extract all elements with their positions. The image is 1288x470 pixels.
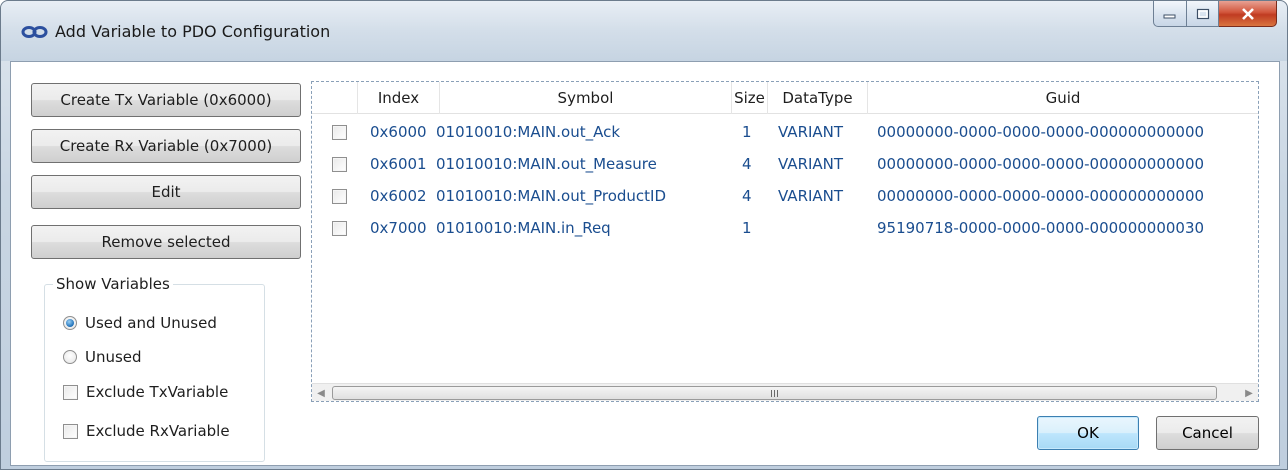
cell-datatype: VARIANT [778, 155, 844, 173]
table-header: Index Symbol Size DataType Guid [312, 82, 1258, 114]
maximize-button[interactable] [1187, 1, 1219, 27]
checkbox[interactable] [63, 423, 78, 439]
minimize-icon [1163, 14, 1176, 18]
exclude-txvariable-checkbox[interactable]: Exclude TxVariable [63, 383, 228, 401]
cell-guid: 95190718-0000-0000-0000-000000000030 [877, 219, 1205, 237]
exclude-rxvariable-checkbox[interactable]: Exclude RxVariable [63, 422, 230, 440]
cancel-button[interactable]: Cancel [1156, 416, 1259, 450]
ok-button[interactable]: OK [1037, 416, 1139, 450]
cell-index: 0x6001 [370, 155, 427, 173]
scrollbar-thumb[interactable] [332, 386, 1217, 400]
table-row[interactable]: 0x6001 01010010:MAIN.out_Measure 4 VARIA… [312, 148, 1258, 180]
edit-button[interactable]: Edit [31, 175, 301, 209]
radio-button[interactable] [63, 316, 77, 330]
scroll-right-icon[interactable]: ▶ [1240, 384, 1258, 401]
option-label: Exclude TxVariable [86, 383, 229, 401]
create-rx-variable-button[interactable]: Create Rx Variable (0x7000) [31, 129, 301, 163]
create-tx-variable-button[interactable]: Create Tx Variable (0x6000) [31, 83, 301, 117]
unused-radio[interactable]: Unused [63, 348, 142, 366]
link-icon [21, 26, 48, 38]
option-label: Unused [85, 348, 142, 366]
cell-index: 0x6002 [370, 187, 427, 205]
radio-selected-dot [66, 319, 74, 327]
cell-datatype: VARIANT [778, 187, 844, 205]
close-button[interactable] [1219, 1, 1277, 27]
window-controls [1153, 1, 1277, 31]
used-and-unused-radio[interactable]: Used and Unused [63, 314, 217, 332]
title-bar[interactable]: Add Variable to PDO Configuration [1, 1, 1287, 61]
cell-index: 0x7000 [370, 219, 427, 237]
variables-table[interactable]: Index Symbol Size DataType Guid 0x6000 0… [311, 81, 1259, 402]
grip-icon [771, 389, 778, 397]
maximize-icon [1196, 8, 1209, 19]
cell-size: 1 [742, 123, 752, 141]
row-checkbox[interactable] [332, 189, 347, 204]
checkbox[interactable] [63, 384, 78, 400]
scroll-left-icon[interactable]: ◀ [312, 384, 330, 401]
cell-index: 0x6000 [370, 123, 427, 141]
cell-guid: 00000000-0000-0000-0000-000000000000 [877, 155, 1205, 173]
show-variables-title: Show Variables [53, 275, 173, 293]
column-header-select[interactable] [312, 82, 358, 114]
cell-symbol: 01010010:MAIN.out_Measure [436, 155, 657, 173]
cell-size: 4 [742, 187, 752, 205]
column-header-symbol[interactable]: Symbol [440, 82, 732, 114]
window-title: Add Variable to PDO Configuration [55, 22, 331, 41]
row-checkbox[interactable] [332, 221, 347, 236]
cell-size: 1 [742, 219, 752, 237]
column-header-size[interactable]: Size [732, 82, 768, 114]
column-header-index[interactable]: Index [358, 82, 440, 114]
minimize-button[interactable] [1153, 1, 1187, 27]
table-row[interactable]: 0x6002 01010010:MAIN.out_ProductID 4 VAR… [312, 180, 1258, 212]
close-icon [1241, 7, 1254, 20]
cell-size: 4 [742, 155, 752, 173]
option-label: Used and Unused [85, 314, 217, 332]
horizontal-scrollbar[interactable]: ◀ ▶ [312, 383, 1258, 401]
table-row[interactable]: 0x6000 01010010:MAIN.out_Ack 1 VARIANT 0… [312, 116, 1258, 148]
column-header-datatype[interactable]: DataType [768, 82, 868, 114]
table-row[interactable]: 0x7000 01010010:MAIN.in_Req 1 95190718-0… [312, 212, 1258, 244]
cell-symbol: 01010010:MAIN.out_ProductID [436, 187, 667, 205]
radio-button[interactable] [63, 350, 77, 364]
dialog-window: Add Variable to PDO Configuration Create… [0, 0, 1288, 470]
cell-datatype: VARIANT [778, 123, 844, 141]
row-checkbox[interactable] [332, 157, 347, 172]
cell-guid: 00000000-0000-0000-0000-000000000000 [877, 187, 1205, 205]
cell-symbol: 01010010:MAIN.out_Ack [436, 123, 621, 141]
cell-symbol: 01010010:MAIN.in_Req [436, 219, 611, 237]
row-checkbox[interactable] [332, 125, 347, 140]
cell-guid: 00000000-0000-0000-0000-000000000000 [877, 123, 1205, 141]
column-header-guid[interactable]: Guid [868, 82, 1258, 114]
option-label: Exclude RxVariable [86, 422, 230, 440]
remove-selected-button[interactable]: Remove selected [31, 225, 301, 259]
